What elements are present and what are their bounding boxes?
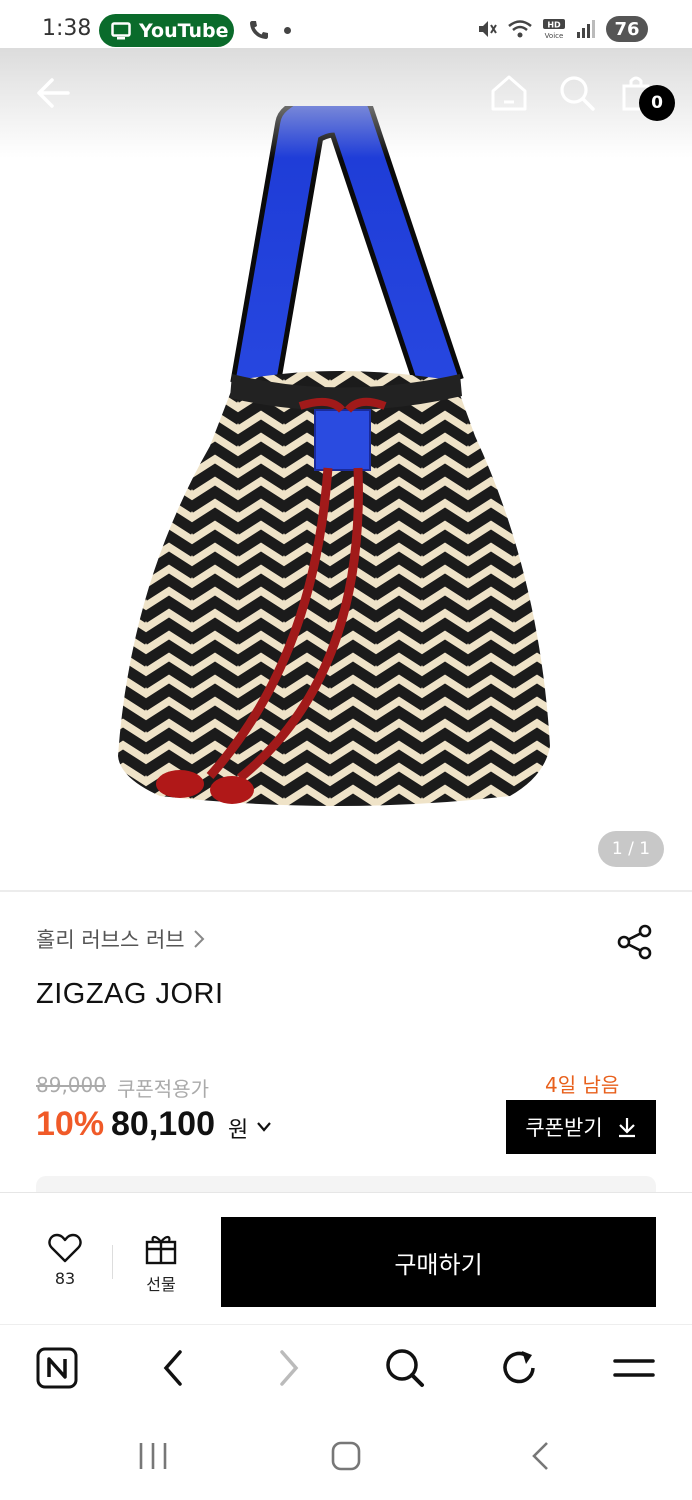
cart-count-badge: 0	[639, 85, 675, 121]
browser-toolbar	[0, 1324, 692, 1412]
call-icon	[250, 21, 268, 39]
screen-cast-icon	[111, 21, 131, 39]
battery-level: 76	[606, 16, 648, 42]
notification-dot	[284, 27, 291, 34]
purchase-button[interactable]: 구매하기	[221, 1217, 656, 1307]
gift-icon	[145, 1235, 177, 1265]
wifi-icon	[508, 20, 532, 38]
svg-text:HD: HD	[547, 21, 561, 30]
discount-rate: 10%	[36, 1105, 105, 1143]
refresh-icon[interactable]	[500, 1347, 540, 1389]
coupon-days-left: 4일 남음	[545, 1073, 620, 1097]
home-nav-icon[interactable]	[330, 1440, 362, 1472]
like-button[interactable]: 83	[40, 1233, 90, 1288]
coupon-price-label: 쿠폰적용가	[117, 1077, 209, 1101]
brand-name: 홀리 러브스 러브	[36, 928, 185, 952]
image-counter: 1 / 1	[598, 831, 664, 867]
product-image-gallery[interactable]: 0 1 / 1	[0, 48, 692, 890]
search-icon[interactable]	[558, 74, 596, 112]
menu-icon[interactable]	[612, 1347, 656, 1389]
brand-link[interactable]: 홀리 러브스 러브	[36, 924, 205, 954]
youtube-pill-label: YouTube	[139, 19, 229, 42]
purchase-bar: 83 선물 구매하기	[0, 1192, 692, 1324]
status-time: 1:38	[42, 16, 92, 41]
download-icon	[618, 1118, 635, 1138]
youtube-pill[interactable]: YouTube	[99, 14, 234, 47]
currency-unit: 원	[228, 1118, 249, 1143]
original-price: 89,000	[36, 1073, 106, 1097]
signal-icon	[577, 20, 595, 38]
browser-search-icon[interactable]	[384, 1347, 426, 1389]
like-count: 83	[54, 1269, 76, 1288]
bar-separator	[112, 1245, 113, 1279]
sale-price: 80,100	[111, 1105, 215, 1143]
hd-voice-icon: HD Voice	[543, 19, 565, 40]
home-icon[interactable]	[489, 74, 529, 112]
product-image	[118, 106, 550, 806]
purchase-label: 구매하기	[394, 1250, 483, 1279]
get-coupon-button[interactable]: 쿠폰받기	[506, 1100, 656, 1154]
share-icon[interactable]	[616, 923, 654, 961]
chevron-right-icon	[193, 930, 205, 948]
svg-text:Voice: Voice	[545, 32, 564, 40]
back-nav-icon[interactable]	[528, 1440, 552, 1472]
status-indicators: HD Voice 76	[476, 16, 648, 42]
recent-apps-icon[interactable]	[136, 1440, 170, 1472]
get-coupon-label: 쿠폰받기	[525, 1116, 603, 1140]
heart-icon	[48, 1233, 82, 1263]
gift-button[interactable]: 선물	[136, 1233, 186, 1295]
system-navigation-bar	[0, 1412, 692, 1500]
mute-icon	[479, 21, 497, 37]
product-title: ZIGZAG JORI	[36, 978, 224, 1010]
browser-forward-icon[interactable]	[274, 1347, 304, 1389]
gift-label: 선물	[146, 1275, 176, 1294]
naver-icon[interactable]	[36, 1347, 78, 1389]
section-divider	[0, 890, 692, 892]
chevron-down-icon[interactable]	[256, 1121, 272, 1133]
browser-back-icon[interactable]	[158, 1347, 188, 1389]
back-arrow-icon[interactable]	[34, 74, 72, 112]
